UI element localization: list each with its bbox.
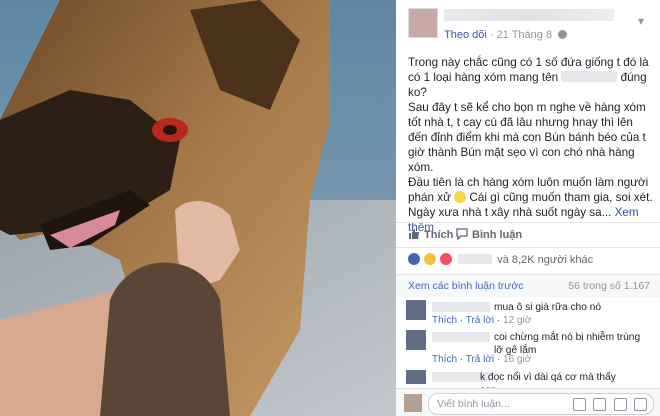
comment-actions: Thích · Trả lời · 12 giờ bbox=[432, 315, 532, 326]
sticker-icon[interactable] bbox=[634, 398, 647, 411]
comment-item: coi chừng mắt nó bị nhiễm trùng lỡ gê lắ… bbox=[406, 330, 652, 370]
comment-time[interactable]: 12 giờ bbox=[503, 315, 531, 326]
commenter-avatar[interactable] bbox=[406, 330, 426, 350]
see-previous-comments-link[interactable]: Xem các bình luận trước bbox=[408, 280, 523, 292]
comment-time[interactable]: 16 giờ bbox=[503, 354, 531, 365]
comment-actions: Thích · Trả lời · 16 giờ bbox=[432, 354, 532, 365]
dog-photo-image bbox=[0, 0, 396, 416]
globe-icon bbox=[558, 30, 568, 39]
current-user-avatar bbox=[404, 394, 422, 412]
photo-viewer: Theo dõi · 21 Tháng 8 ▾ Trong này chắc c… bbox=[0, 0, 660, 416]
camera-icon[interactable] bbox=[593, 398, 607, 411]
love-reaction-icon bbox=[440, 253, 453, 265]
post-paragraph-1: Trong này chắc cũng có 1 số đứa giống t … bbox=[408, 56, 649, 99]
post-date[interactable]: 21 Tháng 8 bbox=[497, 29, 552, 41]
composer-icons bbox=[569, 398, 647, 414]
author-name[interactable] bbox=[444, 9, 614, 21]
comments-bar: Xem các bình luận trước 56 trong số 1.16… bbox=[396, 274, 660, 297]
sad-reaction-icon bbox=[424, 253, 437, 265]
commenter-avatar[interactable] bbox=[406, 300, 426, 320]
censored-name bbox=[561, 71, 618, 82]
comment-composer: Viết bình luận... bbox=[396, 388, 660, 416]
comment-reply-link[interactable]: Trả lời bbox=[466, 354, 494, 365]
comment-like-link[interactable]: Thích bbox=[432, 315, 457, 326]
post-header: Theo dõi · 21 Tháng 8 ▾ bbox=[396, 0, 660, 46]
emoji-icon[interactable] bbox=[572, 398, 586, 411]
comment-button[interactable]: Bình luận bbox=[456, 223, 522, 247]
comment-icon bbox=[456, 228, 468, 241]
post-actions: Thích Bình luận bbox=[396, 222, 660, 248]
post-photo[interactable] bbox=[0, 0, 396, 416]
smile-emoji-icon bbox=[454, 191, 467, 203]
follow-link[interactable]: Theo dõi bbox=[444, 29, 487, 41]
like-icon bbox=[409, 229, 419, 239]
comment-item: k đọc nổi vì dài qá cơ mà thấy con bbox=[406, 370, 652, 396]
reactions-summary[interactable]: và 8,2K người khác bbox=[408, 252, 593, 268]
commenter-avatar[interactable] bbox=[406, 370, 426, 384]
post-paragraph-2: Sau đây t sẽ kể cho bọn m nghe về hàng x… bbox=[408, 101, 646, 174]
comment-reply-link[interactable]: Trả lời bbox=[466, 315, 494, 326]
gif-icon[interactable] bbox=[613, 398, 627, 411]
comment-input[interactable]: Viết bình luận... bbox=[428, 393, 654, 415]
comment-text: mua ô si già rữa cho nó bbox=[494, 302, 602, 313]
post-meta: Theo dõi · 21 Tháng 8 bbox=[444, 29, 568, 41]
author-avatar[interactable] bbox=[408, 8, 438, 38]
commenter-name[interactable] bbox=[432, 302, 490, 312]
like-button[interactable]: Thích bbox=[408, 223, 453, 247]
comment-count: 56 trong số 1.167 bbox=[568, 280, 650, 292]
post-panel: Theo dõi · 21 Tháng 8 ▾ Trong này chắc c… bbox=[396, 0, 660, 416]
chevron-down-icon[interactable]: ▾ bbox=[634, 14, 648, 28]
like-reaction-icon bbox=[408, 253, 420, 265]
censored-reactors bbox=[458, 254, 493, 264]
comment-like-link[interactable]: Thích bbox=[432, 354, 457, 365]
commenter-name[interactable] bbox=[432, 332, 490, 342]
post-text: Trong này chắc cũng có 1 số đứa giống t … bbox=[408, 55, 654, 235]
comment-placeholder: Viết bình luận... bbox=[437, 398, 510, 410]
